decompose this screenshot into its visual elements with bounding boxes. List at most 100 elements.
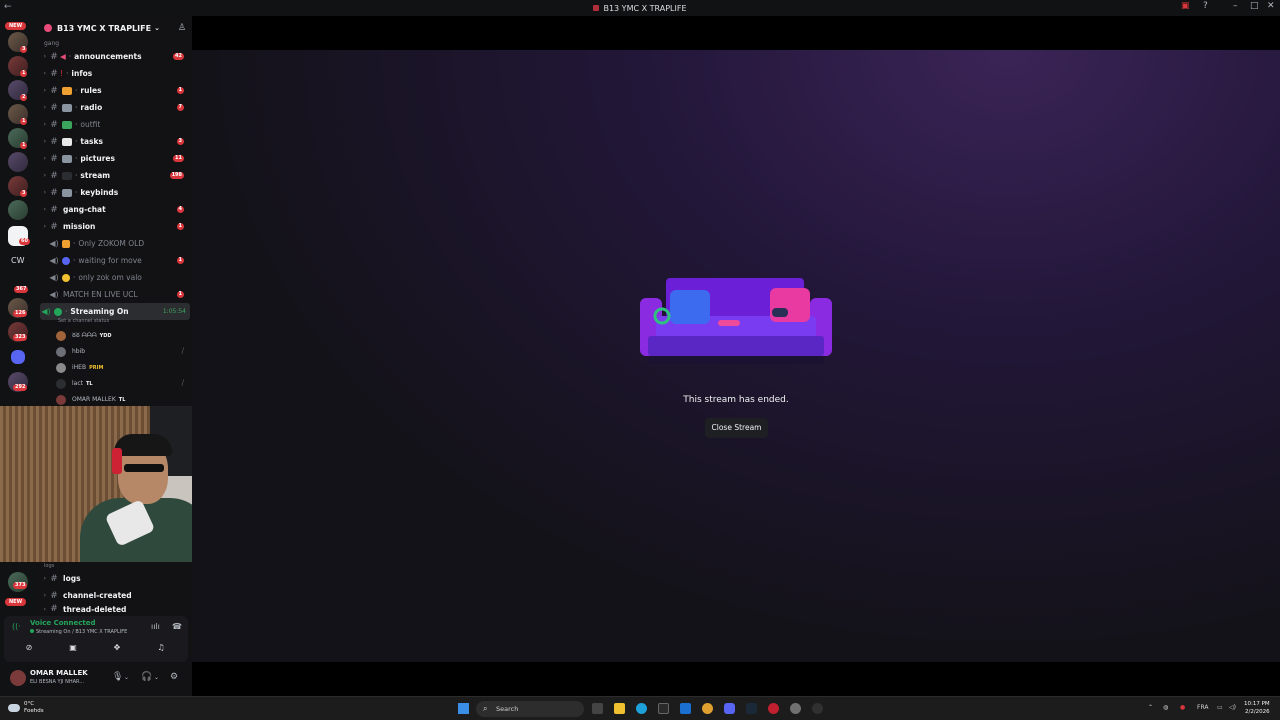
- streamer-cap: [114, 434, 172, 456]
- hash-icon: #: [50, 51, 58, 62]
- app-icon[interactable]: [768, 703, 779, 714]
- server-cw-label[interactable]: CW: [11, 256, 25, 265]
- separator-dot: ·: [75, 154, 78, 163]
- channel-item[interactable]: › # · stream 198: [36, 167, 192, 184]
- settings-app-icon[interactable]: [790, 703, 801, 714]
- store-icon[interactable]: [658, 703, 669, 714]
- add-member-icon[interactable]: ♙: [178, 23, 186, 33]
- user-tag: PRIM: [89, 364, 104, 371]
- camera-off-button[interactable]: ⊘: [10, 643, 48, 657]
- hash-icon: #: [50, 573, 58, 584]
- mic-muted-icon[interactable]: ●: [1180, 704, 1185, 711]
- gear-icon[interactable]: ⚙: [170, 672, 178, 682]
- discord-icon[interactable]: [724, 703, 735, 714]
- speaker-icon: ◀): [49, 273, 59, 282]
- channel-item[interactable]: › # thread-deleted: [36, 604, 192, 614]
- chevron-right-icon: ›: [43, 53, 46, 60]
- close-window-icon[interactable]: ✕: [1267, 1, 1275, 11]
- channel-item[interactable]: › # · pictures 11: [36, 150, 192, 167]
- separator-dot: ·: [73, 256, 76, 265]
- monitor-icon: [62, 171, 72, 180]
- channel-item[interactable]: › # ◀ · announcements 42: [36, 48, 192, 65]
- voice-connected-subtitle[interactable]: Streaming On / B13 YMC X TRAPLIFE: [30, 629, 127, 635]
- channel-status-hint[interactable]: Set a channel status: [58, 318, 109, 324]
- windows-start-icon[interactable]: [458, 703, 469, 714]
- avatar[interactable]: [10, 670, 26, 686]
- avatar: [56, 362, 66, 373]
- server-icon[interactable]: [8, 152, 28, 172]
- file-explorer-icon[interactable]: [614, 703, 625, 714]
- close-stream-button[interactable]: Close Stream: [705, 418, 768, 438]
- voice-channel-item[interactable]: ◀) MATCH EN LIVE UCL 1: [36, 286, 192, 303]
- disconnect-icon[interactable]: ☎: [172, 622, 182, 631]
- noise-suppression-icon[interactable]: ıılı: [151, 622, 160, 631]
- edge-icon[interactable]: [636, 703, 647, 714]
- emoji-icon: [62, 273, 70, 282]
- voice-user[interactable]: lact TL: [56, 376, 93, 391]
- emoji-icon: [62, 239, 70, 248]
- network-icon[interactable]: ◍: [1163, 704, 1168, 711]
- maximize-icon[interactable]: □: [1250, 1, 1259, 11]
- headphones-icon[interactable]: 🎧: [141, 672, 152, 682]
- minimize-icon[interactable]: –: [1233, 1, 1238, 11]
- channel-item[interactable]: › # · tasks 3: [36, 133, 192, 150]
- volume-icon[interactable]: ◁): [1229, 704, 1236, 711]
- guild-header[interactable]: B13 YMC X TRAPLIFE ⌄: [36, 16, 192, 40]
- clock-time: 10:17 PM: [1244, 701, 1270, 707]
- server-badge: 126: [13, 310, 28, 317]
- task-view-icon[interactable]: [592, 703, 603, 714]
- screen-share-button[interactable]: ▣: [54, 643, 92, 657]
- taskbar-clock[interactable]: 10:17 PM 2/2/2026: [1244, 700, 1270, 716]
- channel-item[interactable]: › # channel-created: [36, 587, 192, 604]
- mail-icon[interactable]: [680, 703, 691, 714]
- hash-icon: #: [50, 221, 58, 232]
- chevron-down-icon: ⌄: [154, 24, 160, 32]
- user-name[interactable]: OMAR MALLEK: [30, 669, 88, 677]
- soundboard-button[interactable]: ♫: [142, 643, 180, 657]
- category-label[interactable]: gang: [44, 40, 59, 47]
- channel-item[interactable]: › # · radio 7: [36, 99, 192, 116]
- chevron-right-icon: ›: [43, 592, 46, 599]
- voice-user[interactable]: iHEB PRIM: [56, 360, 103, 375]
- voice-user-name: hbib: [72, 348, 86, 355]
- emoji-icon: [62, 256, 70, 265]
- server-badge: 373: [13, 582, 28, 589]
- chevron-down-icon[interactable]: ⌄: [124, 674, 129, 681]
- app-icon[interactable]: [812, 703, 823, 714]
- server-badge: 367: [14, 286, 29, 293]
- signal-icon[interactable]: ((·: [12, 622, 21, 631]
- unread-badge: 1: [176, 291, 184, 298]
- channel-item[interactable]: › # gang-chat 4: [36, 201, 192, 218]
- chevron-up-icon[interactable]: ⌃: [1148, 704, 1153, 711]
- channel-item[interactable]: › # · rules 1: [36, 82, 192, 99]
- voice-channel-item[interactable]: ◀) · only zok om valo: [36, 269, 192, 286]
- voice-channel-item[interactable]: ◀) · Only ZOKOM OLD: [36, 235, 192, 252]
- voice-connection-panel: ((· Voice Connected Streaming On / B13 Y…: [4, 616, 188, 662]
- channel-item[interactable]: › # mission 1: [36, 218, 192, 235]
- voice-user[interactable]: hbib: [56, 344, 85, 359]
- inbox-icon[interactable]: ▣: [1181, 1, 1190, 11]
- voice-user[interactable]: OMAR MALLEK TL: [56, 392, 125, 407]
- microphone-icon[interactable]: 🎙: [112, 672, 123, 682]
- voice-user[interactable]: ᘜᘜ ᗩᗩᗩ YDD: [56, 328, 112, 343]
- wifi-icon[interactable]: ▭: [1217, 704, 1223, 711]
- steam-icon[interactable]: [746, 703, 757, 714]
- live-icon: [54, 307, 62, 316]
- chevron-down-icon[interactable]: ⌄: [154, 674, 159, 681]
- help-icon[interactable]: ?: [1203, 1, 1208, 11]
- language-indicator[interactable]: FRA: [1197, 704, 1208, 711]
- channel-item[interactable]: › #! · infos: [36, 65, 192, 82]
- folder-icon[interactable]: [11, 350, 25, 364]
- chrome-icon[interactable]: [702, 703, 713, 714]
- channel-item[interactable]: › # logs: [36, 570, 192, 587]
- weather-widget[interactable]: 0°C Foehds: [8, 701, 44, 715]
- category-label[interactable]: logs: [44, 563, 54, 569]
- channel-item[interactable]: › # · outfit: [36, 116, 192, 133]
- separator-dot: ·: [75, 103, 78, 112]
- activities-button[interactable]: ✥: [98, 643, 136, 657]
- channel-item[interactable]: › # · keybinds: [36, 184, 192, 201]
- taskbar-search[interactable]: ⌕ Search: [476, 701, 584, 717]
- voice-channel-item[interactable]: ◀) · waiting for move 1: [36, 252, 192, 269]
- user-tag: YDD: [99, 332, 112, 339]
- server-icon[interactable]: [8, 200, 28, 220]
